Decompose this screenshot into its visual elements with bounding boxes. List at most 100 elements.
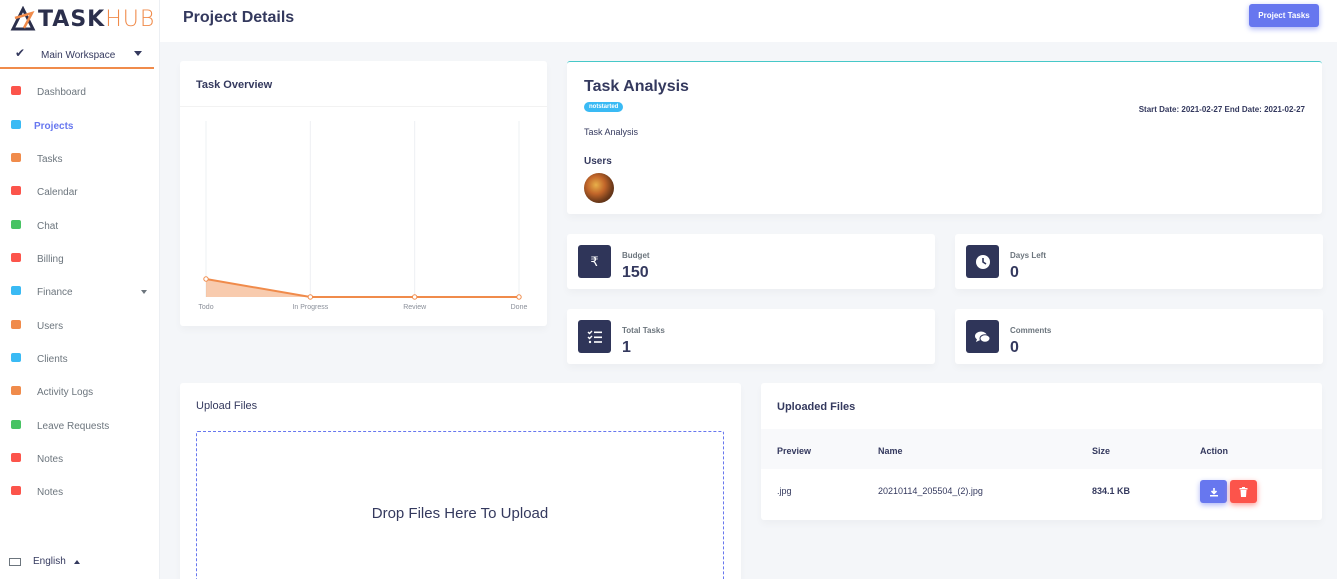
sidebar-item-projects[interactable]: Projects	[0, 114, 160, 138]
x-tick-label: Todo	[198, 304, 213, 311]
sidebar-item-label: Chat	[37, 221, 59, 232]
sidebar-item-label: Dashboard	[37, 87, 86, 98]
column-header-preview: Preview	[777, 446, 812, 456]
dropzone-text: Drop Files Here To Upload	[371, 504, 549, 522]
task-overview-card: Task Overview Todo In Progress Review Done	[180, 61, 547, 326]
comments-value: 0	[1010, 339, 1019, 356]
sidebar-item-notes[interactable]: Notes	[0, 447, 160, 471]
x-tick-label: In Progress	[292, 304, 328, 311]
trash-icon	[1239, 486, 1248, 497]
topbar: Project Details Project Tasks	[160, 0, 1337, 42]
note-icon	[11, 486, 21, 495]
sidebar-item-label: Tasks	[37, 154, 63, 165]
upload-files-card: Upload Files Drop Files Here To Upload	[180, 383, 741, 579]
user-icon	[11, 320, 21, 329]
rupee-icon: ₹	[578, 245, 611, 278]
chevron-down-icon	[134, 51, 142, 56]
sidebar-item-label: Notes	[37, 487, 64, 498]
app-logo[interactable]: TASK HUB	[10, 4, 155, 34]
tasks-icon	[11, 153, 21, 162]
uploaded-files-title: Uploaded Files	[777, 401, 856, 413]
task-analysis-card: Task Analysis notstarted Start Date: 202…	[567, 61, 1322, 214]
table-header	[761, 429, 1322, 469]
sidebar-item-calendar[interactable]: Calendar	[0, 180, 160, 204]
sidebar-item-label: Notes	[37, 454, 64, 465]
sidebar-item-leave-requests[interactable]: Leave Requests	[0, 414, 160, 438]
total-tasks-card: Total Tasks 1	[567, 309, 935, 364]
sidebar-item-label: Leave Requests	[37, 421, 110, 432]
file-dropzone[interactable]: Drop Files Here To Upload	[196, 431, 724, 579]
sidebar-item-notes[interactable]: Notes	[0, 480, 160, 504]
logo-icon	[10, 6, 36, 31]
column-header-size: Size	[1092, 446, 1111, 456]
check-icon	[11, 420, 21, 429]
comments-icon	[966, 320, 999, 353]
avatar[interactable]	[584, 173, 614, 203]
budget-card: ₹ Budget 150	[567, 234, 935, 289]
sidebar-item-label: Activity Logs	[37, 387, 94, 398]
data-point[interactable]	[203, 276, 209, 282]
data-point[interactable]	[516, 294, 522, 300]
sidebar-item-activity-logs[interactable]: Activity Logs	[0, 380, 160, 404]
sidebar-item-users[interactable]: Users	[0, 314, 160, 338]
calendar-icon	[11, 186, 21, 195]
task-description: Task Analysis	[584, 127, 639, 137]
sidebar-item-dashboard[interactable]: Dashboard	[0, 80, 160, 104]
total-tasks-value: 1	[622, 339, 631, 356]
comments-label: Comments	[1010, 326, 1052, 335]
days-left-card: Days Left 0	[955, 234, 1323, 289]
comments-card: Comments 0	[955, 309, 1323, 364]
logo-text-hub: HUB	[105, 6, 156, 32]
status-badge: notstarted	[584, 102, 624, 112]
x-tick-label: Review	[403, 304, 427, 311]
sidebar-item-label: Calendar	[37, 187, 78, 198]
check-icon: ✔	[15, 46, 26, 60]
delete-button[interactable]	[1230, 480, 1257, 503]
file-name: 20210114_205504_(2).jpg	[878, 486, 983, 496]
page-title: Project Details	[183, 9, 295, 26]
task-dates: Start Date: 2021-02-27 End Date: 2021-02…	[1138, 105, 1305, 114]
sidebar-item-label: Billing	[37, 254, 64, 265]
flag-icon	[9, 557, 21, 566]
language-selector[interactable]: English	[9, 556, 80, 567]
receipt-icon	[11, 253, 21, 262]
workspace-label: Main Workspace	[41, 50, 116, 61]
language-label: English	[33, 556, 66, 567]
days-left-value: 0	[1010, 264, 1019, 281]
task-overview-chart: Todo In Progress Review Done	[198, 121, 528, 311]
chevron-down-icon	[141, 290, 147, 294]
download-icon	[1209, 487, 1218, 496]
sidebar-item-finance[interactable]: Finance	[0, 280, 160, 304]
sidebar-item-billing[interactable]: Billing	[0, 247, 160, 271]
project-tasks-button[interactable]: Project Tasks	[1249, 4, 1319, 27]
note-icon	[11, 453, 21, 462]
sidebar-item-label: Users	[37, 321, 64, 332]
sidebar-item-tasks[interactable]: Tasks	[0, 147, 160, 171]
logo-text-task: TASK	[38, 6, 106, 32]
users-icon	[11, 353, 21, 362]
users-heading: Users	[584, 156, 612, 167]
file-preview: .jpg	[777, 486, 792, 496]
workspace-selector[interactable]: ✔ Main Workspace	[0, 42, 154, 69]
budget-value: 150	[622, 264, 649, 281]
uploaded-files-card: Uploaded Files Preview Name Size Action …	[761, 383, 1322, 520]
chat-icon	[11, 220, 21, 229]
chart-line-icon	[11, 386, 21, 395]
sidebar-item-label: Projects	[34, 121, 74, 132]
sidebar-item-chat[interactable]: Chat	[0, 214, 160, 238]
task-name: Task Analysis	[584, 78, 689, 95]
data-point[interactable]	[307, 294, 314, 300]
total-tasks-label: Total Tasks	[622, 326, 665, 335]
briefcase-icon	[11, 120, 21, 129]
sidebar-item-clients[interactable]: Clients	[0, 347, 160, 371]
budget-label: Budget	[622, 251, 650, 260]
download-button[interactable]	[1200, 480, 1227, 503]
data-point[interactable]	[411, 294, 418, 300]
list-check-icon	[578, 320, 611, 353]
money-icon	[11, 286, 21, 295]
sidebar: TASK HUB ✔ Main Workspace Dashboard Projec…	[0, 0, 160, 579]
chevron-up-icon	[73, 559, 80, 564]
sidebar-item-label: Clients	[37, 354, 68, 365]
x-tick-label: Done	[511, 304, 528, 311]
column-header-name: Name	[878, 446, 903, 456]
